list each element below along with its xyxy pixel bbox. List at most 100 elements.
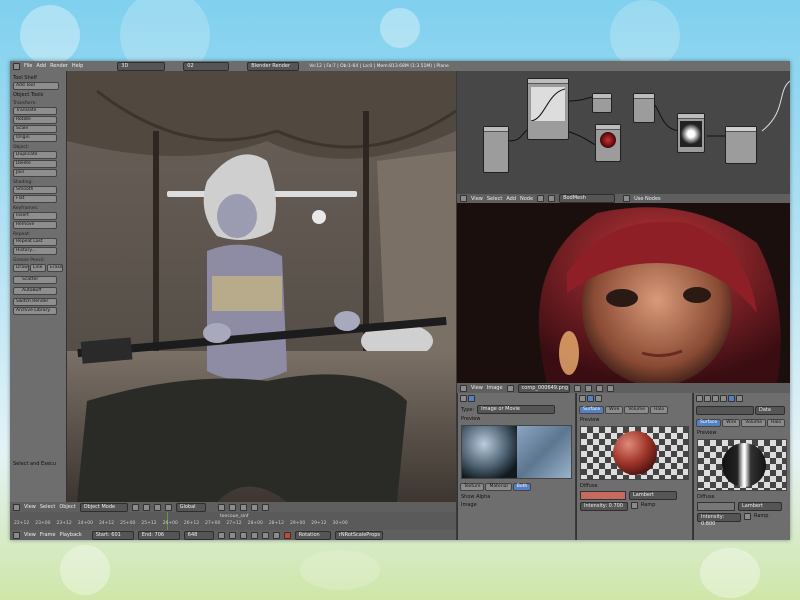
next-key-icon[interactable] bbox=[261, 531, 269, 539]
diffuse-shader-select[interactable]: Lambert bbox=[629, 491, 677, 500]
tab-volume[interactable]: Volume bbox=[624, 406, 650, 414]
layer-icon[interactable] bbox=[217, 503, 225, 511]
menu-render[interactable]: Render bbox=[50, 63, 68, 69]
remove-keyframe-button[interactable]: Remove bbox=[13, 221, 57, 229]
menu-select[interactable]: Select bbox=[40, 504, 55, 510]
translate-button[interactable]: Translate bbox=[13, 107, 57, 115]
insert-keyframe-button[interactable]: Insert bbox=[13, 212, 57, 220]
material-context-icon[interactable] bbox=[728, 395, 735, 402]
diffuse-panel-header[interactable]: Diffuse bbox=[577, 482, 692, 490]
start-frame-field[interactable]: Start: 601 bbox=[91, 530, 134, 540]
editor-type-icon[interactable] bbox=[13, 503, 20, 511]
image-panel-header[interactable]: Image bbox=[458, 501, 575, 509]
tab-halo[interactable]: Halo bbox=[650, 406, 669, 414]
data-link-select[interactable]: Data bbox=[755, 406, 785, 415]
material-context-icon[interactable] bbox=[587, 395, 594, 402]
use-nodes-checkbox[interactable] bbox=[623, 195, 631, 202]
menu-playback[interactable]: Playback bbox=[59, 532, 81, 538]
layer-icon[interactable] bbox=[239, 503, 247, 511]
tab-both[interactable]: Both bbox=[512, 483, 532, 491]
image-editor-render[interactable] bbox=[457, 203, 790, 383]
material-slot-field[interactable] bbox=[696, 406, 754, 415]
add-tool-button[interactable]: Add Tool bbox=[13, 82, 59, 90]
manipulator-icon[interactable] bbox=[153, 503, 161, 511]
play-icon[interactable] bbox=[250, 531, 258, 539]
menu-view[interactable]: View bbox=[24, 504, 36, 510]
render-engine-select[interactable]: Blender Render bbox=[247, 61, 300, 71]
display-channel-icon[interactable] bbox=[573, 384, 581, 392]
manipulator-icon[interactable] bbox=[164, 503, 172, 511]
tab-wire[interactable]: Wire bbox=[605, 406, 624, 414]
end-frame-field[interactable]: End: 706 bbox=[137, 530, 180, 540]
join-button[interactable]: Join bbox=[13, 169, 57, 177]
tab-wire[interactable]: Wire bbox=[722, 419, 741, 427]
flat-button[interactable]: Flat bbox=[13, 195, 57, 203]
rotate-button[interactable]: Rotate bbox=[13, 116, 57, 124]
menu-view[interactable]: View bbox=[24, 532, 36, 538]
jump-start-icon[interactable] bbox=[217, 531, 225, 539]
menu-add[interactable]: Add bbox=[36, 63, 46, 69]
pin-icon[interactable] bbox=[606, 384, 614, 392]
menu-image[interactable]: Image bbox=[487, 385, 503, 391]
current-frame-field[interactable]: 648 bbox=[183, 530, 214, 540]
ramp-checkbox[interactable] bbox=[631, 502, 638, 509]
gp-draw-button[interactable]: Draw bbox=[13, 264, 29, 272]
scatter-button[interactable]: Scatter bbox=[13, 276, 57, 284]
gp-line-button[interactable]: Line bbox=[30, 264, 46, 272]
history-button[interactable]: History... bbox=[13, 247, 57, 255]
play-reverse-icon[interactable] bbox=[239, 531, 247, 539]
node-editor[interactable] bbox=[457, 71, 790, 194]
node-output[interactable] bbox=[725, 126, 757, 164]
shader-tree-icon[interactable] bbox=[537, 195, 545, 202]
image-name-field[interactable]: comp_000649.png bbox=[517, 383, 570, 393]
diffuse-color-swatch[interactable] bbox=[580, 491, 626, 500]
scene-field[interactable]: 02 bbox=[183, 61, 230, 71]
menu-view[interactable]: View bbox=[471, 385, 483, 391]
scale-button[interactable]: Scale bbox=[13, 125, 57, 133]
keying-set-tail[interactable]: rNRotScaleProps bbox=[334, 530, 383, 540]
texture-context-icon[interactable] bbox=[736, 395, 743, 402]
render-icon[interactable] bbox=[261, 503, 269, 511]
shading-icon[interactable] bbox=[131, 503, 139, 511]
menu-view[interactable]: View bbox=[471, 196, 483, 202]
timeline[interactable]: tencoue_sinf 22+12 23+00 23+12 24+00 24+… bbox=[10, 512, 456, 530]
tab-surface[interactable]: Surface bbox=[696, 419, 722, 427]
curve-graph[interactable] bbox=[531, 87, 565, 121]
menu-help[interactable]: Help bbox=[72, 63, 83, 69]
jump-end-icon[interactable] bbox=[272, 531, 280, 539]
object-context-icon[interactable] bbox=[720, 395, 727, 402]
display-channel-icon[interactable] bbox=[584, 384, 592, 392]
menu-frame[interactable]: Frame bbox=[40, 532, 56, 538]
autobuff-button[interactable]: AutoBuff bbox=[13, 287, 57, 295]
menu-file[interactable]: File bbox=[24, 63, 32, 69]
mode-select[interactable]: Object Mode bbox=[79, 502, 128, 512]
object-tools-header[interactable]: Object Tools bbox=[13, 92, 63, 98]
render-slot-icon[interactable] bbox=[595, 384, 603, 392]
render-context-icon[interactable] bbox=[579, 395, 586, 402]
layer-icon[interactable] bbox=[228, 503, 236, 511]
node-math[interactable] bbox=[633, 93, 655, 123]
tab-surface[interactable]: Surface bbox=[579, 406, 605, 414]
delete-button[interactable]: Delete bbox=[13, 160, 57, 168]
browse-image-icon[interactable] bbox=[506, 384, 514, 392]
scene-context-icon[interactable] bbox=[704, 395, 711, 402]
diffuse-shader-select[interactable]: Lambert bbox=[738, 502, 782, 511]
orientation-select[interactable]: Global bbox=[175, 502, 206, 512]
menu-node[interactable]: Node bbox=[520, 196, 533, 202]
node-mix[interactable] bbox=[592, 93, 612, 113]
timeline-marker[interactable]: tencoue_sinf bbox=[220, 514, 249, 519]
editor-type-icon[interactable] bbox=[13, 531, 20, 539]
record-icon[interactable] bbox=[283, 531, 291, 539]
node-color-preview[interactable] bbox=[677, 113, 705, 153]
tab-texture[interactable]: Texture bbox=[460, 483, 485, 491]
switch-render-button[interactable]: Switch Render bbox=[13, 298, 57, 306]
ramp-checkbox[interactable] bbox=[744, 513, 751, 520]
compositor-icon[interactable] bbox=[548, 195, 556, 202]
texture-context-icon[interactable] bbox=[468, 395, 475, 402]
diffuse-panel-header[interactable]: Diffuse bbox=[694, 493, 790, 501]
preview-panel-header[interactable]: Preview bbox=[694, 429, 790, 437]
tab-volume[interactable]: Volume bbox=[741, 419, 767, 427]
origin-button[interactable]: Origin bbox=[13, 134, 57, 142]
tab-halo[interactable]: Halo bbox=[767, 419, 786, 427]
tab-material[interactable]: Material bbox=[485, 483, 512, 491]
